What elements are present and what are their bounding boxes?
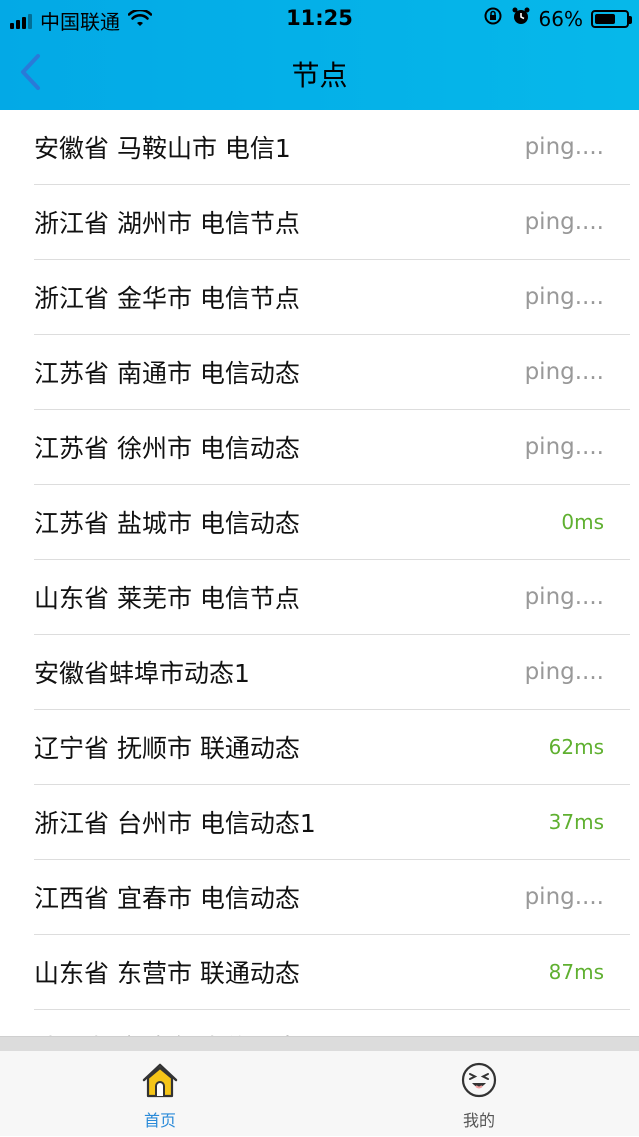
node-name: 江苏省 盐城市 电信动态 [34, 509, 300, 538]
ping-status: 62ms [548, 735, 604, 759]
node-name: 山东省 东营市 联通动态 [34, 959, 300, 988]
ping-status: ping.... [524, 434, 604, 460]
ping-status: ping.... [524, 884, 604, 910]
rotation-lock-icon [483, 6, 503, 31]
alarm-icon [511, 6, 531, 31]
tab-home[interactable]: 首页 [80, 1061, 240, 1137]
tab-home-label: 首页 [143, 1111, 176, 1130]
status-bar: 中国联通 11:25 66% [0, 0, 639, 40]
node-name: 浙江省 湖州市 电信节点 [34, 209, 300, 238]
ping-status: ping.... [524, 209, 604, 235]
list-item[interactable]: 安徽省蚌埠市动态1 ping.... [34, 635, 630, 710]
list-item[interactable]: 陕西省 宝鸡市 电信动态1 [34, 1010, 630, 1036]
list-item[interactable]: 山东省 莱芜市 电信节点 ping.... [34, 560, 630, 635]
tab-bar: 首页 我的 [0, 1036, 639, 1136]
list-item[interactable]: 山东省 东营市 联通动态 87ms [34, 935, 630, 1010]
node-name: 江苏省 南通市 电信动态 [34, 359, 300, 388]
ping-status: ping.... [524, 584, 604, 610]
battery-percent: 66% [538, 6, 583, 31]
node-name: 辽宁省 抚顺市 联通动态 [34, 734, 300, 763]
tab-mine-label: 我的 [462, 1111, 495, 1130]
ping-status: ping.... [524, 359, 604, 385]
ping-status: 37ms [548, 810, 604, 834]
ping-status: 0ms [561, 510, 604, 534]
node-name: 安徽省 马鞍山市 电信1 [34, 134, 291, 163]
face-icon [459, 1061, 499, 1103]
node-name: 浙江省 台州市 电信动态1 [34, 809, 316, 838]
ping-status: ping.... [524, 284, 604, 310]
list-item[interactable]: 江苏省 徐州市 电信动态 ping.... [34, 410, 630, 485]
node-list[interactable]: 安徽省 马鞍山市 电信1 ping.... 浙江省 湖州市 电信节点 ping....… [0, 110, 639, 1036]
nav-bar: 节点 [0, 40, 639, 110]
home-icon [140, 1061, 180, 1103]
list-item[interactable]: 辽宁省 抚顺市 联通动态 62ms [34, 710, 630, 785]
list-item[interactable]: 江苏省 南通市 电信动态 ping.... [34, 335, 630, 410]
ping-status: ping.... [524, 134, 604, 160]
battery-icon [591, 9, 632, 28]
list-item[interactable]: 江苏省 盐城市 电信动态 0ms [34, 485, 630, 560]
tab-bar-divider [0, 1037, 639, 1051]
list-item[interactable]: 安徽省 马鞍山市 电信1 ping.... [34, 110, 630, 185]
status-right: 66% [483, 6, 632, 31]
node-name: 陕西省 宝鸡市 电信动态1 [34, 1029, 316, 1036]
list-item[interactable]: 浙江省 台州市 电信动态1 37ms [34, 785, 630, 860]
page-title: 节点 [291, 59, 348, 92]
node-name: 江苏省 徐州市 电信动态 [34, 434, 300, 463]
tab-mine[interactable]: 我的 [399, 1061, 559, 1137]
header: 中国联通 11:25 66% 节点 [0, 0, 639, 110]
ping-status: 87ms [548, 960, 604, 984]
list-item[interactable]: 浙江省 金华市 电信节点 ping.... [34, 260, 630, 335]
list-item[interactable]: 浙江省 湖州市 电信节点 ping.... [34, 185, 630, 260]
ping-status: ping.... [524, 659, 604, 685]
list-item[interactable]: 江西省 宜春市 电信动态 ping.... [34, 860, 630, 935]
node-name: 山东省 莱芜市 电信节点 [34, 584, 300, 613]
node-name: 江西省 宜春市 电信动态 [34, 884, 300, 913]
node-name: 浙江省 金华市 电信节点 [34, 284, 300, 313]
node-name: 安徽省蚌埠市动态1 [34, 659, 250, 688]
